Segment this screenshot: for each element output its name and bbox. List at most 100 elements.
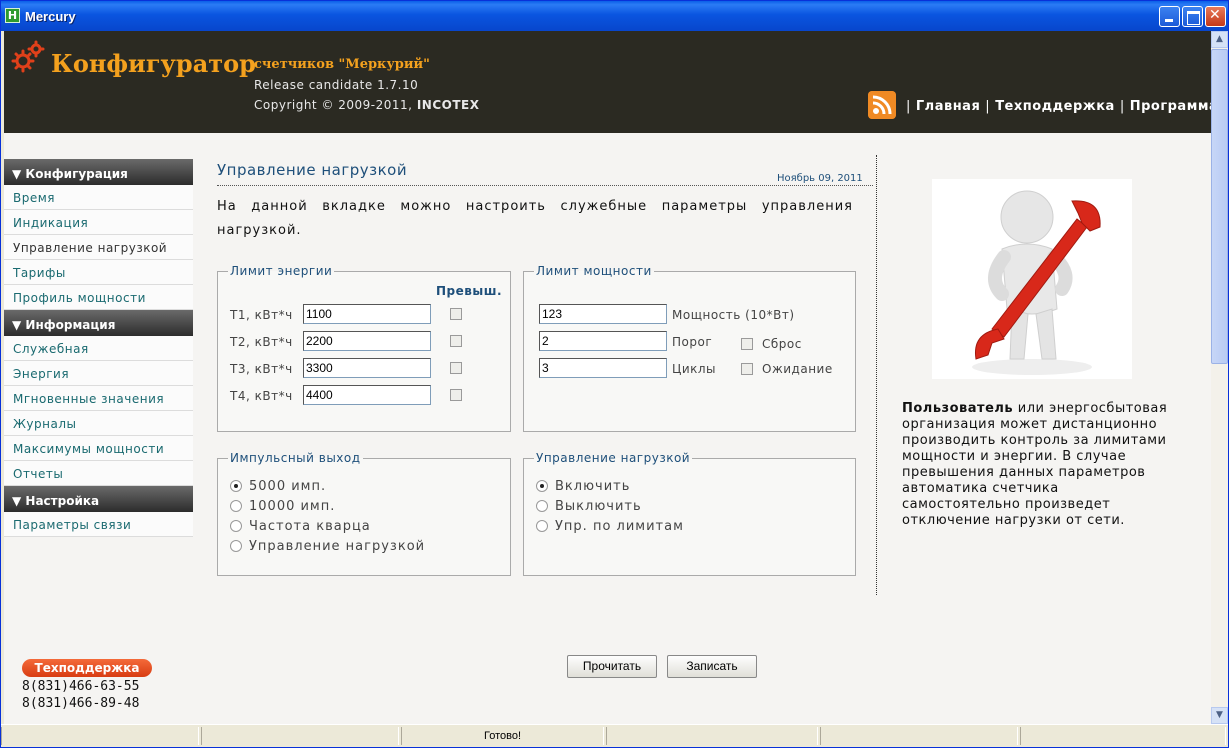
status-pane [201, 727, 399, 745]
wait-label: Ожидание [762, 362, 833, 376]
cycles-label: Циклы [672, 362, 717, 376]
pulse-load-control-radio[interactable] [230, 540, 242, 552]
sidebar-item-indication[interactable]: Индикация [4, 210, 193, 235]
nav-separator: | [985, 99, 991, 114]
app-window: H Mercury Конфигуратор [0, 0, 1229, 748]
scroll-down-icon[interactable]: ▼ [1211, 707, 1228, 724]
read-button[interactable]: Прочитать [567, 655, 657, 678]
scroll-thumb[interactable] [1211, 49, 1228, 364]
app-subtitle: счетчиков "Меркурий" [254, 57, 430, 72]
sidebar-item-power-profile[interactable]: Профиль мощности [4, 285, 193, 310]
nav-separator: | [1119, 99, 1125, 114]
power-label: Мощность (10*Вт) [672, 308, 795, 322]
load-by-limits-radio[interactable] [536, 520, 548, 532]
nav-link-home[interactable]: Главная [916, 99, 980, 114]
nav-separator: | [906, 99, 911, 114]
load-on-radio[interactable] [536, 480, 548, 492]
write-button[interactable]: Записать [667, 655, 757, 678]
title-divider [217, 185, 873, 186]
maximize-button[interactable] [1182, 6, 1203, 27]
load-on-label: Включить [555, 479, 631, 494]
sidebar-item-instant-values[interactable]: Мгновенные значения [4, 386, 193, 411]
load-off-radio[interactable] [536, 500, 548, 512]
t1-input[interactable] [303, 304, 431, 324]
wait-checkbox[interactable] [741, 363, 753, 375]
info-text: Пользователь или энергосбытовая организа… [902, 401, 1178, 529]
nav-link-program[interactable]: Программа [1130, 99, 1211, 114]
t3-input[interactable] [303, 358, 431, 378]
t2-label: T2, кВт*ч [230, 335, 293, 349]
title-bar[interactable]: H Mercury [1, 1, 1228, 31]
sidebar-section-info[interactable]: ▼ Информация [4, 310, 193, 336]
page-content: Конфигуратор счетчиков "Меркурий" Releas… [4, 31, 1211, 724]
reset-checkbox[interactable] [741, 338, 753, 350]
info-bold: Пользователь [902, 401, 1014, 416]
pulse-5000-label: 5000 имп. [249, 479, 327, 494]
sidebar-item-power-maximums[interactable]: Максимумы мощности [4, 436, 193, 461]
pulse-output-legend: Импульсный выход [230, 451, 361, 465]
sidebar: ▼ Конфигурация Время Индикация Управлени… [4, 159, 193, 545]
quartz-freq-label: Частота кварца [249, 519, 371, 534]
intro-text: На данной вкладке можно настроить служеб… [217, 199, 853, 238]
pulse-5000-radio[interactable] [230, 480, 242, 492]
top-nav: | Главная | Техподдержка | Программа [901, 99, 1211, 114]
support-phone: 8(831)466-89-48 [22, 696, 140, 711]
copyright: Copyright © 2009-2011, INCOTEX [254, 98, 480, 112]
threshold-label: Порог [672, 335, 713, 349]
energy-limit-legend: Лимит энергии [230, 264, 333, 278]
sidebar-section-settings[interactable]: ▼ Настройка [4, 486, 193, 512]
quartz-freq-radio[interactable] [230, 520, 242, 532]
page-title: Управление нагрузкой [217, 161, 408, 179]
sidebar-section-config[interactable]: ▼ Конфигурация [4, 159, 193, 185]
rss-icon[interactable] [868, 91, 896, 119]
pulse-10000-radio[interactable] [230, 500, 242, 512]
vertical-scrollbar[interactable]: ▲ ▼ [1211, 31, 1228, 724]
close-button[interactable] [1205, 6, 1226, 27]
sidebar-bottom [4, 537, 193, 545]
sidebar-item-connection[interactable]: Параметры связи [4, 512, 193, 537]
sidebar-item-energy[interactable]: Энергия [4, 361, 193, 386]
t2-input[interactable] [303, 331, 431, 351]
man-with-wrench-icon [932, 179, 1132, 379]
pulse-10000-label: 10000 имп. [249, 499, 336, 514]
load-control-legend: Управление нагрузкой [536, 451, 691, 465]
t4-input[interactable] [303, 385, 431, 405]
pulse-load-control-label: Управление нагрузкой [249, 539, 426, 554]
gears-logo-icon [11, 40, 45, 73]
cycles-input[interactable] [539, 358, 667, 378]
sidebar-item-load-control[interactable]: Управление нагрузкой [4, 235, 193, 260]
load-off-label: Выключить [555, 499, 642, 514]
app-title: Конфигуратор [51, 49, 256, 78]
power-limit-legend: Лимит мощности [536, 264, 652, 278]
app-icon: H [5, 8, 20, 23]
nav-link-support[interactable]: Техподдержка [995, 99, 1115, 114]
t3-exceed-checkbox[interactable] [450, 362, 462, 374]
content-divider [876, 155, 877, 595]
t1-exceed-checkbox[interactable] [450, 308, 462, 320]
power-input[interactable] [539, 304, 667, 324]
sidebar-item-service[interactable]: Служебная [4, 336, 193, 361]
sidebar-item-reports[interactable]: Отчеты [4, 461, 193, 486]
window-title: Mercury [25, 9, 76, 24]
status-pane [1, 727, 199, 745]
support-badge[interactable]: Техподдержка [22, 659, 152, 677]
sidebar-item-journals[interactable]: Журналы [4, 411, 193, 436]
reset-label: Сброс [762, 337, 802, 351]
status-pane [606, 727, 818, 745]
status-bar: Готово! [1, 724, 1228, 747]
t4-label: T4, кВт*ч [230, 389, 293, 403]
load-by-limits-label: Упр. по лимитам [555, 519, 684, 534]
exceed-header: Превыш. [436, 284, 503, 298]
info-body: или энергосбытовая организация может дис… [902, 401, 1168, 528]
t4-exceed-checkbox[interactable] [450, 389, 462, 401]
t2-exceed-checkbox[interactable] [450, 335, 462, 347]
minimize-button[interactable] [1159, 6, 1180, 27]
t3-label: T3, кВт*ч [230, 362, 293, 376]
page-date: Ноябрь 09, 2011 [777, 173, 863, 184]
sidebar-item-tariffs[interactable]: Тарифы [4, 260, 193, 285]
threshold-input[interactable] [539, 331, 667, 351]
support-phone: 8(831)466-63-55 [22, 679, 140, 694]
scroll-up-icon[interactable]: ▲ [1211, 31, 1228, 48]
sidebar-item-time[interactable]: Время [4, 185, 193, 210]
company-link[interactable]: INCOTEX [417, 98, 480, 112]
